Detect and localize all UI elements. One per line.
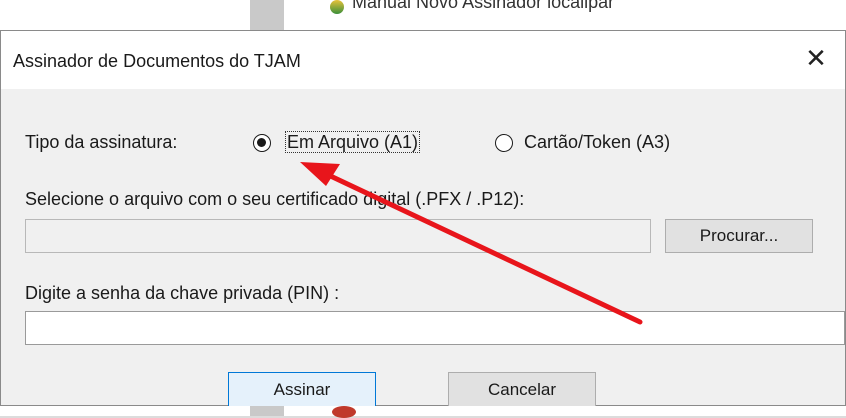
document-icon bbox=[330, 0, 344, 14]
radio-option-a1[interactable] bbox=[253, 134, 271, 152]
background-link-text: Manual Novo Assinador localipar bbox=[352, 0, 615, 12]
option-a3-label[interactable]: Cartão/Token (A3) bbox=[524, 132, 670, 153]
pin-input[interactable] bbox=[25, 311, 845, 345]
dialog-titlebar: Assinador de Documentos do TJAM ✕ bbox=[1, 31, 845, 89]
dialog-title: Assinador de Documentos do TJAM bbox=[13, 51, 301, 71]
option-a1-label[interactable]: Em Arquivo (A1) bbox=[285, 131, 421, 153]
sign-button[interactable]: Assinar bbox=[228, 372, 376, 408]
signer-dialog: Assinador de Documentos do TJAM ✕ Tipo d… bbox=[0, 30, 846, 408]
signature-type-label: Tipo da assinatura: bbox=[25, 132, 178, 152]
file-label: Selecione o arquivo com o seu certificad… bbox=[25, 189, 525, 209]
radio-option-a3[interactable] bbox=[495, 134, 513, 152]
close-icon[interactable]: ✕ bbox=[801, 43, 831, 73]
background-window: Manual Novo Assinador localipar bbox=[0, 0, 846, 30]
background-scrollbar-bottom bbox=[250, 406, 284, 416]
option-a1-text: Em Arquivo (A1) bbox=[285, 131, 421, 153]
pin-label: Digite a senha da chave privada (PIN) : bbox=[25, 283, 340, 303]
file-path-input[interactable] bbox=[25, 219, 651, 253]
browse-button[interactable]: Procurar... bbox=[665, 219, 813, 253]
background-document-icon bbox=[332, 406, 356, 418]
cancel-button[interactable]: Cancelar bbox=[448, 372, 596, 408]
background-window-bottom bbox=[0, 406, 846, 418]
background-scrollbar bbox=[250, 0, 284, 30]
